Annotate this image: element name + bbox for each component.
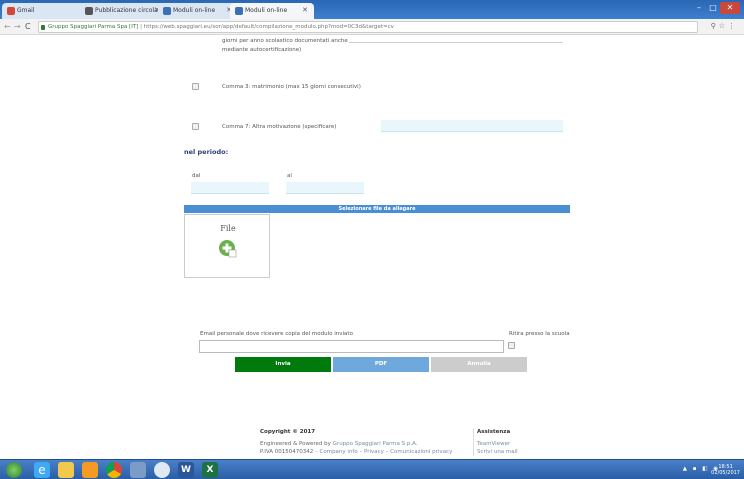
close-window-icon[interactable]: ✕ (720, 2, 740, 14)
piva-text: P.IVA 00150470342 (260, 449, 314, 455)
option-altra-label: Comma 7: Altra motivazione (specificare) (222, 124, 337, 130)
minimize-icon[interactable]: – (692, 2, 706, 14)
cancel-button[interactable]: Annulla (431, 357, 527, 372)
footer-links: P.IVA 00150470342 – Company info – Priva… (260, 449, 453, 455)
to-label: al (287, 173, 292, 179)
maximize-icon[interactable]: □ (706, 2, 720, 14)
footer-left: Copyright © 2017 Engineered & Powered by… (260, 428, 470, 456)
ritira-label: Ritira presso la scuola (509, 331, 570, 337)
back-icon[interactable]: ← (4, 22, 11, 31)
start-button-icon[interactable] (6, 462, 22, 478)
assistenza-heading: Assistenza (477, 429, 511, 435)
file-upload-box[interactable]: File (184, 214, 270, 278)
tab-label: Moduli on-line (245, 7, 288, 14)
clock-date: 02/05/2017 (711, 470, 740, 476)
spaggiari-favicon-icon (235, 7, 243, 15)
tab-label: Pubblicazione circolari (95, 7, 162, 14)
search-icon[interactable] (130, 462, 146, 478)
forward-icon[interactable]: → (14, 22, 21, 31)
email-label: Email personale dove ricevere copia del … (200, 331, 353, 337)
chrome-alt-icon[interactable] (154, 462, 170, 478)
lock-icon (41, 25, 45, 30)
site-name: Gruppo Spaggiari Parma Spa [IT] (48, 24, 139, 30)
powered-by: Engineered & Powered by Gruppo Spaggiari… (260, 440, 470, 448)
internet-explorer-icon[interactable]: e (34, 462, 50, 478)
reload-icon[interactable]: C (25, 22, 31, 31)
send-button[interactable]: Invia (235, 357, 331, 372)
teamviewer-link[interactable]: TeamViewer (477, 440, 543, 448)
checkbox-ritira[interactable] (508, 342, 515, 349)
tab-pubblicazione-circolari[interactable]: Pubblicazione circolari ✕ (80, 3, 166, 19)
word-icon[interactable]: W (178, 462, 194, 478)
document-favicon-icon (85, 7, 93, 15)
file-explorer-icon[interactable] (58, 462, 74, 478)
media-player-icon[interactable] (82, 462, 98, 478)
tab-label: Moduli on-line (173, 7, 216, 14)
privacy-link[interactable]: Privacy (364, 449, 384, 455)
pdf-button[interactable]: PDF (333, 357, 429, 372)
from-label: dal (192, 173, 201, 179)
to-date-input[interactable] (286, 182, 364, 194)
spaggiari-favicon-icon (163, 7, 171, 15)
excel-icon[interactable]: X (202, 462, 218, 478)
browser-tab-strip: Gmail ✕ Pubblicazione circolari ✕ Moduli… (0, 0, 744, 19)
window-controls: – □ ✕ (692, 2, 740, 14)
copyright-text: Copyright © 2017 (260, 429, 316, 435)
url-field[interactable]: Gruppo Spaggiari Parma Spa [IT] | https:… (38, 21, 698, 33)
toolbar-icons[interactable]: ⚲☆⋮ (711, 22, 738, 30)
add-file-icon[interactable] (219, 240, 237, 258)
tab-moduli-online-active[interactable]: Moduli on-line ✕ (230, 3, 314, 19)
scrivi-mail-link[interactable]: Scrivi una mail (477, 448, 543, 456)
option-text-line2: mediante autocertificazione) (222, 47, 302, 53)
powered-prefix: Engineered & Powered by (260, 441, 331, 447)
close-tab-icon[interactable]: ✕ (302, 6, 308, 14)
from-date-input[interactable] (191, 182, 269, 194)
company-info-link[interactable]: Company info (320, 449, 358, 455)
url-text: https://web.spaggiari.eu/sor/app/default… (143, 24, 394, 30)
tab-label: Gmail (17, 7, 35, 14)
company-link[interactable]: Gruppo Spaggiari Parma S.p.A. (333, 441, 418, 447)
comunicazioni-privacy-link[interactable]: Comunicazioni privacy (390, 449, 452, 455)
file-label: File (220, 224, 236, 233)
address-bar: ← → C Gruppo Spaggiari Parma Spa [IT] | … (0, 19, 744, 35)
option-matrimonio-label: Comma 3: matrimonio (max 15 giorni conse… (222, 84, 361, 90)
checkbox-matrimonio[interactable] (192, 83, 199, 90)
email-input[interactable] (199, 340, 504, 353)
altra-motivazione-input[interactable] (381, 120, 563, 132)
chrome-icon[interactable] (106, 462, 122, 478)
checkbox-altra-motivazione[interactable] (192, 123, 199, 130)
page-content: giorni per anno scolastico documentati a… (0, 35, 744, 459)
period-heading: nel periodo: (184, 148, 229, 156)
tab-moduli-online[interactable]: Moduli on-line ✕ (158, 3, 238, 19)
windows-taskbar: e W X ▲ ▪ ◧ ◉ 18:51 02/05/2017 (0, 459, 744, 479)
gmail-favicon-icon (7, 7, 15, 15)
attachments-heading: Selezionare file da allegare (184, 205, 570, 213)
taskbar-clock[interactable]: 18:51 02/05/2017 (711, 464, 740, 476)
option-text-line1: giorni per anno scolastico documentati a… (222, 38, 348, 44)
partial-input[interactable] (349, 35, 563, 43)
footer-right: Assistenza TeamViewer Scrivi una mail (473, 428, 543, 456)
